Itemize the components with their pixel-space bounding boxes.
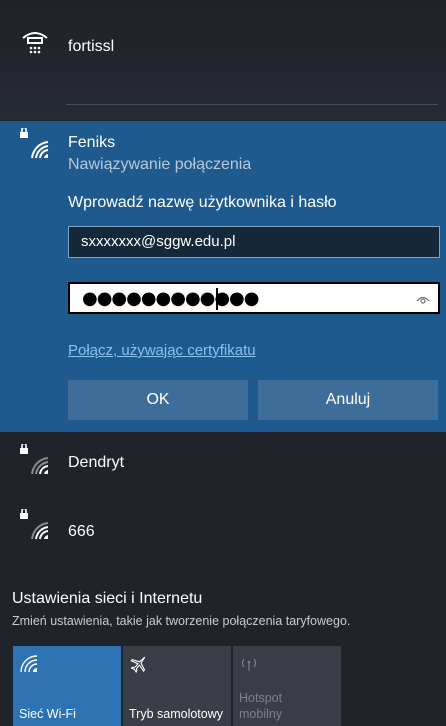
network-item-666[interactable]: 666 <box>0 505 446 555</box>
tile-label: Sieć Wi-Fi <box>19 707 76 721</box>
network-item-fortissl[interactable]: fortissl <box>0 26 446 76</box>
tile-label: Tryb samolotowy <box>129 707 224 721</box>
wifi-toggle-tile[interactable]: Sieć Wi-Fi <box>13 646 121 726</box>
network-name: Dendryt <box>68 454 125 471</box>
airplane-icon <box>130 656 146 673</box>
airplane-mode-tile[interactable]: Tryb samolotowy <box>123 646 231 726</box>
ok-button[interactable]: OK <box>68 380 248 420</box>
wifi-icon <box>20 655 38 673</box>
text-caret <box>216 288 218 310</box>
username-field[interactable]: sxxxxxxx@sggw.edu.pl <box>68 226 440 258</box>
network-settings-link[interactable]: Ustawienia sieci i Internetu <box>12 590 202 608</box>
connect-with-certificate-link[interactable]: Połącz, używając certyfikatu <box>68 342 256 359</box>
settings-description: Zmień ustawienia, takie jak tworzenie po… <box>12 614 351 628</box>
connection-status: Nawiązywanie połączenia <box>68 156 252 173</box>
network-name: fortissl <box>68 38 115 55</box>
credentials-prompt: Wprowadź nazwę użytkownika i hasło <box>68 194 337 211</box>
divider <box>66 104 438 105</box>
hotspot-icon <box>241 658 257 671</box>
reveal-password-icon[interactable] <box>416 293 430 305</box>
network-name: Feniks <box>68 134 116 151</box>
secured-wifi-icon <box>18 126 52 162</box>
network-name: 666 <box>68 523 95 540</box>
cancel-button[interactable]: Anuluj <box>258 380 438 420</box>
tile-label: Hotspot mobilny <box>239 691 283 721</box>
secured-wifi-icon <box>18 442 52 478</box>
secured-wifi-icon <box>18 507 52 543</box>
password-field[interactable]: ●●●●●●●●●●●● <box>68 282 440 314</box>
network-item-dendryt[interactable]: Dendryt <box>0 440 446 490</box>
mobile-hotspot-tile[interactable]: Hotspot mobilny <box>233 646 341 726</box>
password-value: ●●●●●●●●●●●● <box>82 288 259 309</box>
phone-wifi-icon <box>18 26 52 60</box>
